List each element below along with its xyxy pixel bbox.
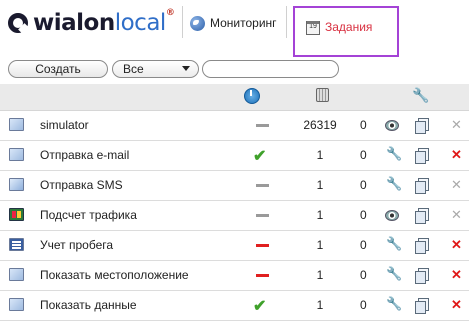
logo-sup: ® bbox=[165, 8, 175, 18]
copy-icon[interactable] bbox=[414, 297, 430, 314]
task-counter: 26319 bbox=[303, 118, 337, 132]
task-counter: 1 bbox=[316, 208, 324, 222]
task-extra-count: 0 bbox=[360, 268, 367, 282]
task-counter: 1 bbox=[316, 178, 324, 192]
location-icon bbox=[9, 268, 24, 281]
task-extra-count: 0 bbox=[360, 238, 367, 252]
delete-icon: ✕ bbox=[451, 207, 462, 222]
sms-icon bbox=[9, 178, 24, 191]
task-counter: 1 bbox=[316, 238, 324, 252]
globe-icon bbox=[190, 15, 205, 31]
logo-main: wialon bbox=[33, 10, 115, 36]
filter-select[interactable]: Все bbox=[112, 60, 199, 78]
error-dash-icon[interactable] bbox=[256, 244, 269, 247]
disabled-dash-icon[interactable] bbox=[256, 124, 269, 127]
delete-icon[interactable]: ✕ bbox=[451, 237, 462, 253]
wrench-icon[interactable]: 🔧 bbox=[412, 87, 429, 104]
copy-icon[interactable] bbox=[414, 237, 430, 254]
table-row[interactable]: Показать данные ✔ 1 0 🔧 ✕ bbox=[0, 291, 469, 321]
table-row[interactable]: Показать местоположение 1 0 🔧 ✕ bbox=[0, 261, 469, 291]
delete-icon: ✕ bbox=[451, 117, 462, 132]
task-icon bbox=[9, 118, 24, 131]
calendar-icon: 19 bbox=[306, 21, 320, 35]
task-name[interactable]: Учет пробега bbox=[40, 238, 113, 252]
delete-icon[interactable]: ✕ bbox=[451, 147, 462, 163]
tab-tasks-label: Задания bbox=[325, 20, 373, 34]
view-icon[interactable] bbox=[384, 207, 400, 223]
task-name[interactable]: Показать местоположение bbox=[40, 268, 189, 282]
search-input[interactable] bbox=[202, 60, 339, 78]
table-row[interactable]: Отправка e-mail ✔ 1 0 🔧 ✕ bbox=[0, 141, 469, 171]
table-header: 🔧 bbox=[0, 84, 469, 111]
traffic-icon bbox=[9, 208, 24, 221]
filter-bar: Создать Все bbox=[0, 57, 469, 82]
delete-icon: ✕ bbox=[451, 177, 462, 192]
wrench-icon[interactable]: 🔧 bbox=[386, 176, 402, 192]
delete-icon[interactable]: ✕ bbox=[451, 267, 462, 283]
power-icon[interactable] bbox=[244, 88, 260, 104]
task-extra-count: 0 bbox=[360, 148, 367, 162]
copy-icon[interactable] bbox=[414, 207, 430, 224]
table-row[interactable]: Учет пробега 1 0 🔧 ✕ bbox=[0, 231, 469, 261]
table-row[interactable]: Подсчет трафика 1 0 ✕ bbox=[0, 201, 469, 231]
task-counter: 1 bbox=[316, 268, 324, 282]
tab-monitoring[interactable]: Мониторинг bbox=[190, 12, 277, 34]
task-name[interactable]: Подсчет трафика bbox=[40, 208, 137, 222]
disabled-dash-icon[interactable] bbox=[256, 184, 269, 187]
wrench-icon[interactable]: 🔧 bbox=[386, 296, 402, 312]
task-name[interactable]: simulator bbox=[40, 118, 89, 132]
check-icon[interactable]: ✔ bbox=[253, 146, 266, 166]
logo-ring-icon bbox=[8, 13, 28, 33]
task-name[interactable]: Отправка SMS bbox=[40, 178, 123, 192]
copy-icon[interactable] bbox=[414, 177, 430, 194]
wrench-icon[interactable]: 🔧 bbox=[386, 146, 402, 162]
delete-icon[interactable]: ✕ bbox=[451, 297, 462, 313]
tab-monitoring-label: Мониторинг bbox=[210, 16, 277, 30]
create-button[interactable]: Создать bbox=[8, 60, 108, 78]
wrench-icon[interactable]: 🔧 bbox=[386, 236, 402, 252]
header-divider bbox=[182, 6, 183, 38]
task-counter: 1 bbox=[316, 298, 324, 312]
task-counter: 1 bbox=[316, 148, 324, 162]
wialon-logo: wialonlocal® bbox=[8, 6, 175, 40]
chevron-down-icon bbox=[182, 66, 190, 71]
check-icon[interactable]: ✔ bbox=[253, 296, 266, 316]
tab-tasks[interactable]: 19 Задания bbox=[293, 6, 399, 57]
copy-icon[interactable] bbox=[414, 117, 430, 134]
error-dash-icon[interactable] bbox=[256, 274, 269, 277]
task-extra-count: 0 bbox=[360, 118, 367, 132]
copy-icon[interactable] bbox=[414, 147, 430, 164]
counter-icon[interactable] bbox=[316, 88, 329, 102]
data-icon bbox=[9, 298, 24, 311]
filter-select-value: Все bbox=[123, 62, 144, 76]
wrench-icon[interactable]: 🔧 bbox=[386, 266, 402, 282]
task-extra-count: 0 bbox=[360, 208, 367, 222]
mileage-icon bbox=[9, 238, 24, 251]
logo-accent: local bbox=[114, 10, 167, 36]
email-icon bbox=[9, 148, 24, 161]
task-extra-count: 0 bbox=[360, 178, 367, 192]
task-name[interactable]: Отправка e-mail bbox=[40, 148, 129, 162]
header-divider bbox=[286, 6, 287, 38]
view-icon[interactable] bbox=[384, 117, 400, 133]
copy-icon[interactable] bbox=[414, 267, 430, 284]
task-extra-count: 0 bbox=[360, 298, 367, 312]
table-row[interactable]: Отправка SMS 1 0 🔧 ✕ bbox=[0, 171, 469, 201]
task-name[interactable]: Показать данные bbox=[40, 298, 137, 312]
table-row[interactable]: simulator 26319 0 ✕ bbox=[0, 111, 469, 141]
logo-text: wialonlocal® bbox=[33, 8, 175, 36]
disabled-dash-icon[interactable] bbox=[256, 214, 269, 217]
